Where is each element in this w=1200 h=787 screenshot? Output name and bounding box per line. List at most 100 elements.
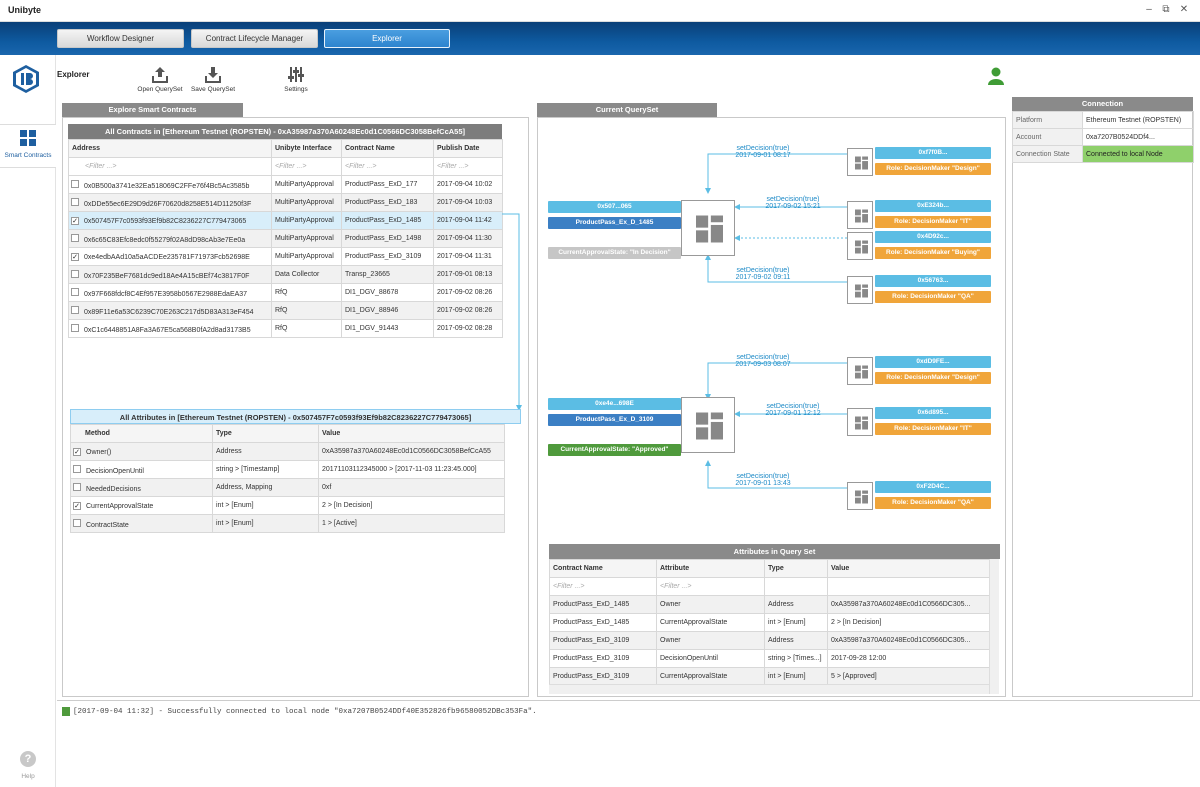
table-row[interactable]: 0xC1c6448851A8Fa3A67E5ca568B0fA2d8ad3173… (68, 319, 503, 338)
contract-icon (854, 156, 868, 170)
address-text: 0x89F11e6a53C6239C70E263C217d5D83A313eF4… (84, 308, 254, 316)
row-checkbox[interactable] (71, 269, 79, 278)
save-queryset-button[interactable]: Save QuerySet (188, 66, 238, 93)
column-header[interactable]: Unibyte Interface (271, 139, 342, 158)
row-checkbox[interactable] (71, 305, 79, 314)
minimize-button[interactable]: ‒ (1143, 4, 1155, 15)
row-checkbox[interactable] (73, 482, 81, 491)
table-cell: string > [Times...] (764, 649, 828, 668)
table-row[interactable]: ProductPass_ExD_3109 CurrentApprovalState… (549, 667, 990, 686)
table-cell: ProductPass_ExD_1485 (549, 613, 657, 632)
row-checkbox[interactable] (73, 464, 81, 473)
decision-maker-node[interactable] (847, 148, 873, 176)
column-header[interactable]: Contract Name (341, 139, 434, 158)
filter-input[interactable]: <Filter ...> (68, 157, 272, 176)
role-pill: Role: DecisionMaker "Design" (875, 372, 991, 384)
contracts-table-header: Address Unibyte Interface Contract Name … (68, 139, 503, 158)
method-text: ContractState (86, 521, 129, 529)
table-row[interactable]: ✓ CurrentApprovalState int > [Enum] 2 > [In… (70, 496, 505, 515)
contract-icon (854, 284, 868, 298)
decision-maker-node[interactable] (847, 232, 873, 260)
table-row[interactable]: ProductPass_ExD_1485 Owner Address 0xA35987… (549, 595, 990, 614)
method-text: Owner() (86, 448, 112, 456)
filter-input[interactable]: <Filter ...> (341, 157, 434, 176)
contract-node[interactable] (681, 397, 735, 453)
decision-maker-node[interactable] (847, 357, 873, 385)
sliders-icon (288, 67, 304, 82)
edge-time-text: 2017-09-01 13:43 (735, 480, 791, 487)
role-pill: Role: DecisionMaker "IT" (875, 423, 991, 435)
column-header[interactable]: Value (318, 424, 505, 443)
table-row[interactable]: NeededDecisions Address, Mapping 0xf (70, 478, 505, 497)
filter-input[interactable]: <Filter ...> (549, 577, 657, 596)
row-checkbox[interactable]: ✓ (71, 252, 79, 261)
filter-input[interactable]: <Filter ...> (656, 577, 765, 596)
table-cell: 2017-09-02 08:26 (433, 283, 503, 302)
settings-button[interactable]: Settings (276, 66, 316, 93)
table-row[interactable]: 0x97F668fdcf8C4Ef957E3958b0567E2988EdaEA… (68, 283, 503, 302)
horizontal-scrollbar[interactable] (549, 684, 989, 694)
filter-input[interactable]: <Filter ...> (271, 157, 342, 176)
table-row[interactable]: 0x70F235BeF7681dc9ed18Ae4A15cBEf74c3817F… (68, 265, 503, 284)
row-checkbox[interactable]: ✓ (73, 501, 81, 510)
table-row[interactable]: ProductPass_ExD_1485 CurrentApprovalState… (549, 613, 990, 632)
column-header[interactable]: Method (70, 424, 213, 443)
filter-input[interactable]: <Filter ...> (433, 157, 503, 176)
column-header[interactable]: Attribute (656, 559, 765, 578)
table-cell: DecisionOpenUntil (70, 460, 213, 479)
row-checkbox[interactable]: ✓ (73, 447, 81, 456)
column-header[interactable]: Type (764, 559, 828, 578)
method-text: NeededDecisions (86, 485, 141, 493)
table-row[interactable]: ProductPass_ExD_3109 Owner Address 0xA35987… (549, 631, 990, 650)
filter-row: <Filter ...> <Filter ...> (549, 577, 990, 596)
row-checkbox[interactable] (71, 287, 79, 296)
table-row[interactable]: ContractState int > [Enum] 1 > [Active] (70, 514, 505, 533)
decision-maker-node[interactable] (847, 276, 873, 304)
table-cell: 0xA35987a370A60248Ec0d1C0566DC305... (827, 631, 990, 650)
user-icon[interactable] (988, 67, 1004, 85)
role-pill: Role: DecisionMaker "QA" (875, 497, 991, 509)
decision-maker-node[interactable] (847, 201, 873, 229)
contract-address-pill: 0xe4e...698E (548, 398, 681, 410)
table-row[interactable]: 0xDDe55ec6E29D9d26F70620d8258E514D11250f… (68, 193, 503, 212)
decision-maker-address-pill: 0xf7f0B... (875, 147, 991, 159)
table-row[interactable]: ✓ Owner() Address 0xA35987a370A60248Ec0d1C0… (70, 442, 505, 461)
row-checkbox[interactable] (71, 179, 79, 188)
row-checkbox[interactable]: ✓ (71, 216, 79, 225)
table-row[interactable]: 0x0B500a3741e32Ea518069C2FFe76f4Bc5Ac358… (68, 175, 503, 194)
row-checkbox[interactable] (73, 518, 81, 527)
tab-contract-lifecycle-manager[interactable]: Contract Lifecycle Manager (191, 29, 318, 48)
column-header[interactable]: Contract Name (549, 559, 657, 578)
app-title: Unibyte (8, 5, 42, 15)
tab-explorer[interactable]: Explorer (324, 29, 450, 48)
contract-icon (854, 416, 868, 430)
decision-maker-address-pill: 0xdD9FE... (875, 356, 991, 368)
vertical-scrollbar[interactable] (989, 559, 999, 694)
row-checkbox[interactable] (71, 233, 79, 242)
maximize-button[interactable]: ⧉ (1160, 4, 1172, 15)
column-header[interactable]: Publish Date (433, 139, 503, 158)
address-text: 0xDDe55ec6E29D9d26F70620d8258E514D11250f… (84, 200, 252, 208)
open-queryset-button[interactable]: Open QuerySet (135, 66, 185, 93)
table-row[interactable]: ✓ 0x507457F7c0593f93Ef9b82C8236227C779473… (68, 211, 503, 230)
help-icon[interactable]: ? (20, 751, 36, 767)
contract-icon (695, 412, 723, 440)
close-button[interactable]: ✕ (1178, 4, 1190, 15)
table-cell: 0xA35987a370A60248Ec0d1C0566DC3058BefCcA… (318, 442, 505, 461)
column-header[interactable]: Value (827, 559, 990, 578)
table-row[interactable]: ✓ 0xe4edbAAd10a5aACDEe235781F71973Fcb5269… (68, 247, 503, 266)
row-checkbox[interactable] (71, 197, 79, 206)
contract-node[interactable] (681, 200, 735, 256)
unibyte-logo (13, 65, 39, 93)
decision-maker-node[interactable] (847, 408, 873, 436)
table-row[interactable]: DecisionOpenUntil string > [Timestamp] 201… (70, 460, 505, 479)
column-header[interactable]: Address (68, 139, 272, 158)
tab-workflow-designer[interactable]: Workflow Designer (57, 29, 184, 48)
column-header[interactable]: Type (212, 424, 319, 443)
grid-icon (20, 130, 36, 146)
table-row[interactable]: 0x6c65C83Efc8edc0f55279f02A8dD98cAb3e7Ee… (68, 229, 503, 248)
row-checkbox[interactable] (71, 323, 79, 332)
table-row[interactable]: ProductPass_ExD_3109 DecisionOpenUntil str… (549, 649, 990, 668)
decision-maker-node[interactable] (847, 482, 873, 510)
table-row[interactable]: 0x89F11e6a53C6239C70E263C217d5D83A313eF4… (68, 301, 503, 320)
